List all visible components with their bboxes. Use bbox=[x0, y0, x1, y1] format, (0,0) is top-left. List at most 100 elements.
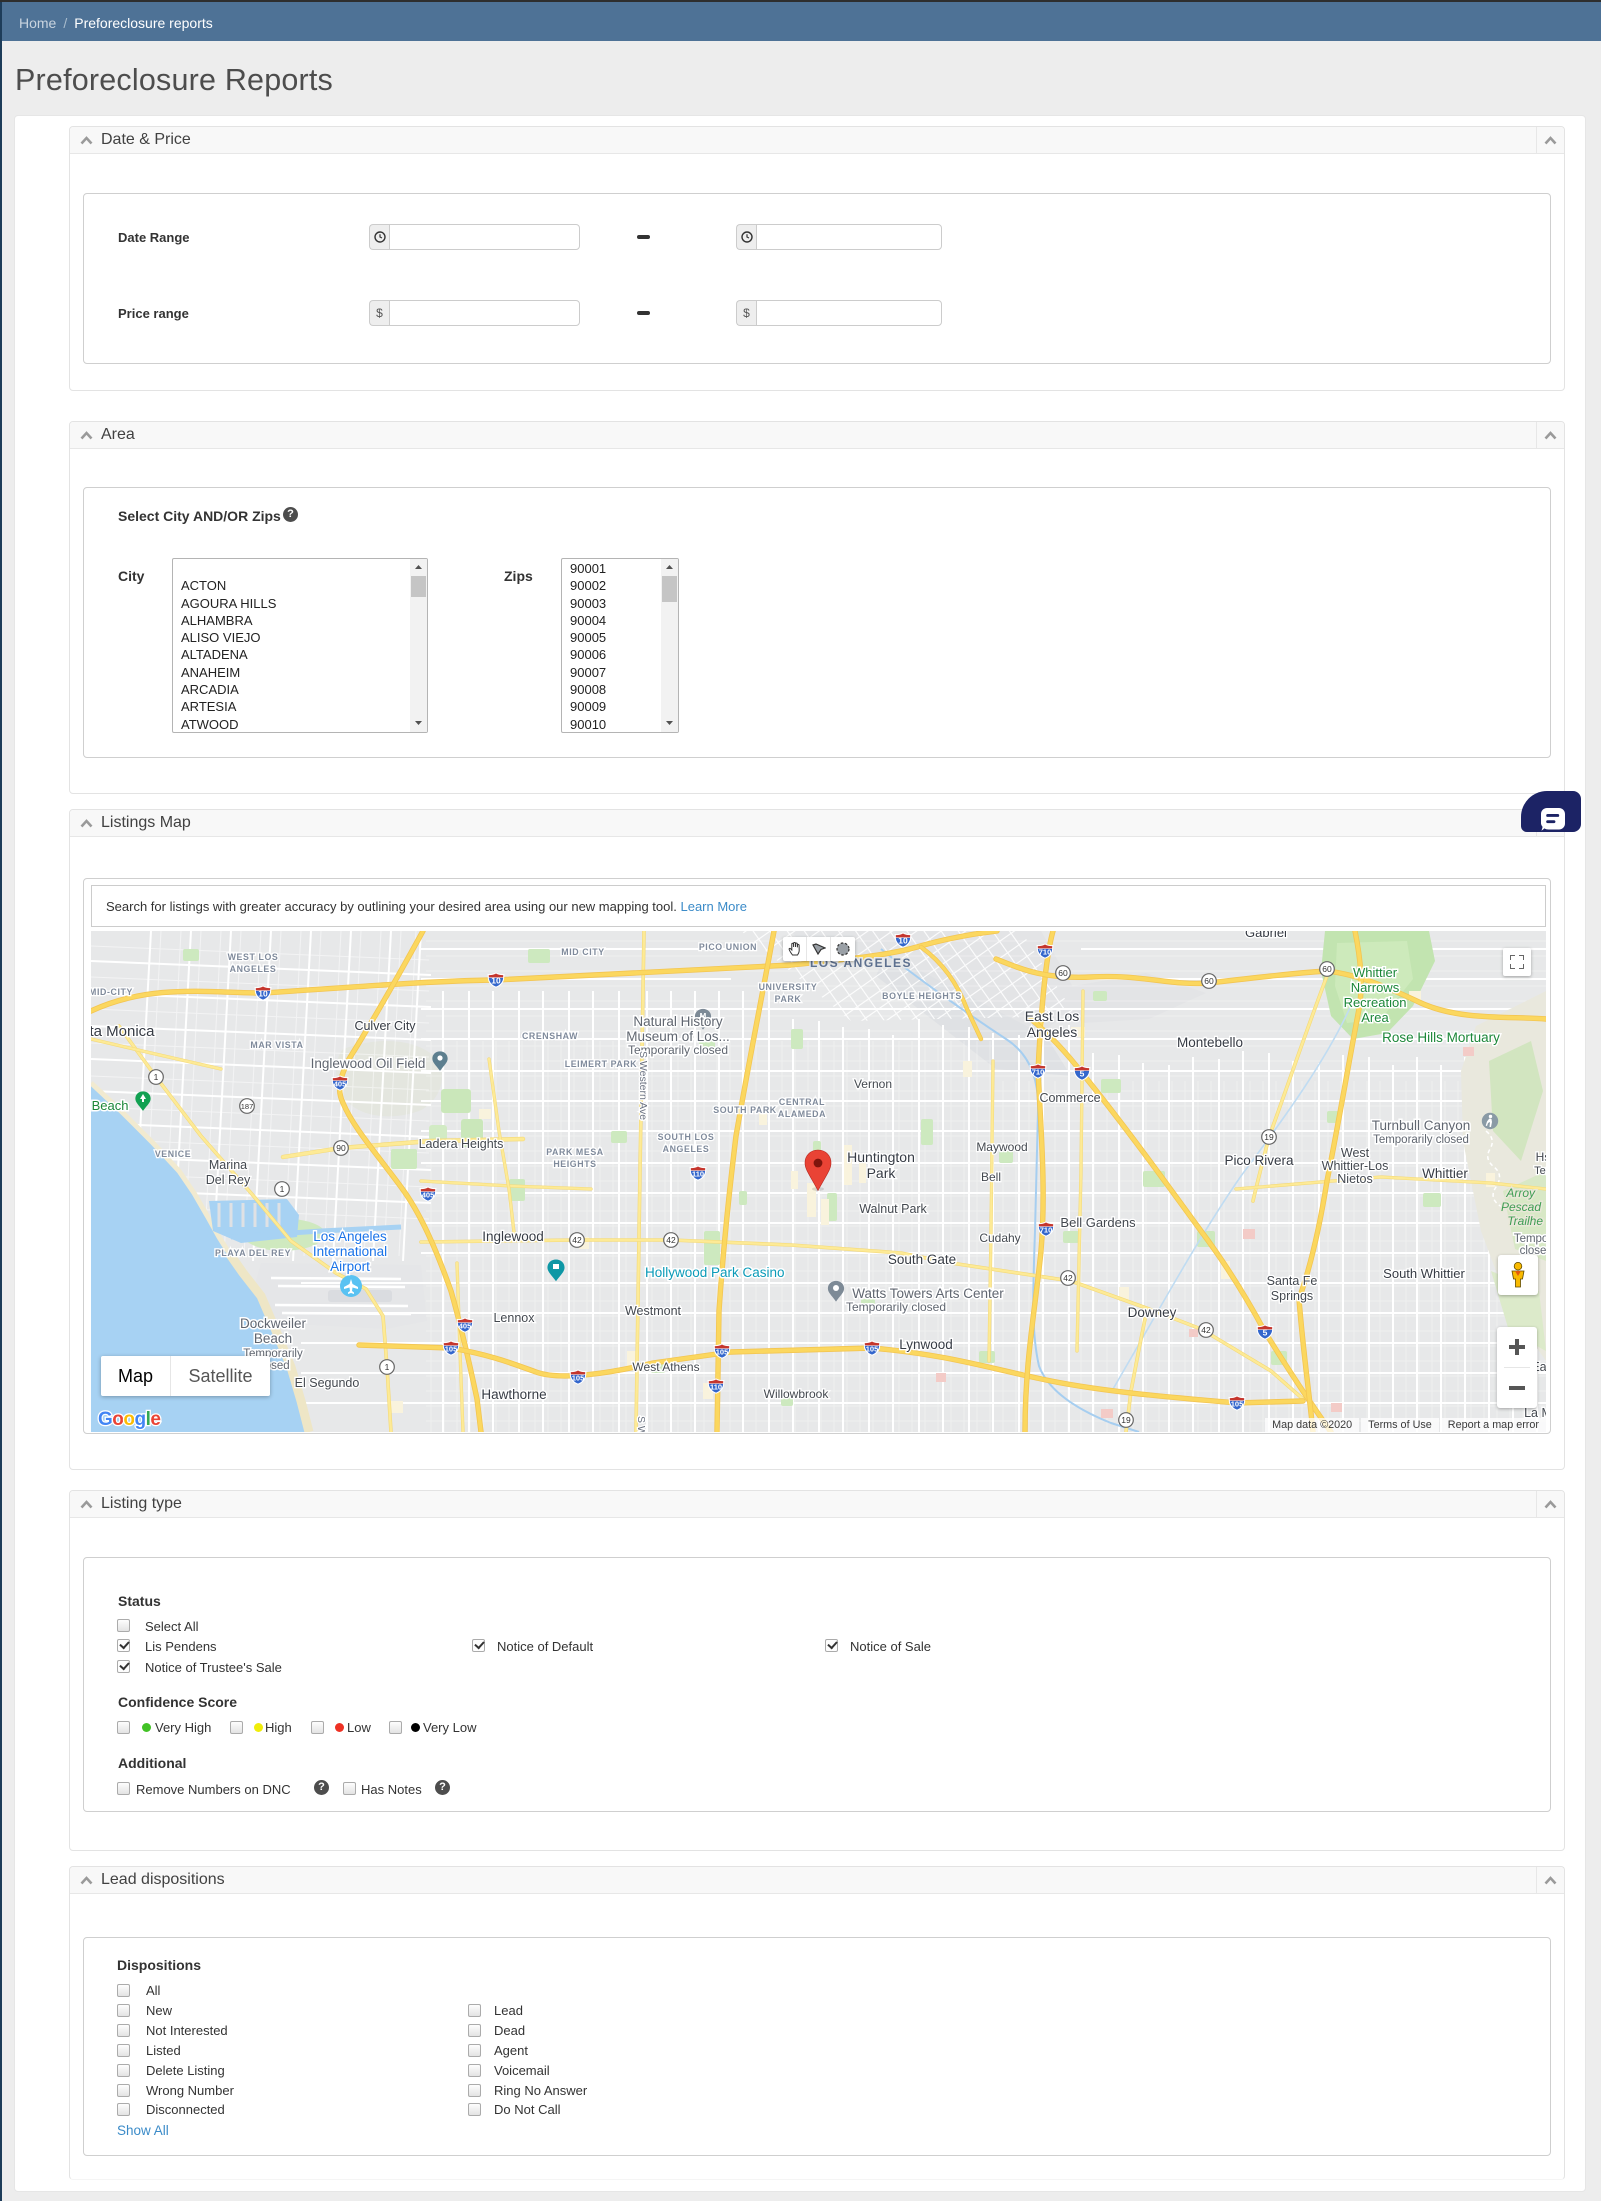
svg-text:Bell: Bell bbox=[981, 1170, 1001, 1184]
svg-text:Bell Gardens: Bell Gardens bbox=[1060, 1215, 1136, 1230]
svg-text:105: 105 bbox=[445, 1345, 458, 1354]
svg-text:MID-CITY: MID-CITY bbox=[91, 987, 133, 997]
svg-text:Huntington: Huntington bbox=[847, 1149, 915, 1165]
svg-text:West Athens: West Athens bbox=[632, 1360, 699, 1374]
svg-text:Whittier: Whittier bbox=[1353, 965, 1398, 980]
svg-text:CENTRAL: CENTRAL bbox=[779, 1097, 825, 1107]
svg-text:Narrows: Narrows bbox=[1351, 980, 1400, 995]
svg-text:Park: Park bbox=[867, 1165, 897, 1181]
svg-text:Museum of Los...: Museum of Los... bbox=[626, 1029, 730, 1044]
svg-text:Walnut Park: Walnut Park bbox=[859, 1202, 927, 1216]
svg-text:90: 90 bbox=[336, 1143, 346, 1153]
svg-text:ANGELES: ANGELES bbox=[663, 1144, 710, 1154]
svg-text:Beach: Beach bbox=[254, 1331, 292, 1346]
svg-text:10: 10 bbox=[898, 936, 908, 946]
svg-text:MID CITY: MID CITY bbox=[561, 947, 604, 957]
svg-text:Pescad: Pescad bbox=[1501, 1200, 1541, 1214]
svg-text:42: 42 bbox=[572, 1235, 582, 1245]
svg-text:405: 405 bbox=[334, 1080, 347, 1089]
svg-text:710: 710 bbox=[1032, 1068, 1045, 1077]
svg-text:187: 187 bbox=[241, 1102, 254, 1111]
svg-text:Nietos: Nietos bbox=[1337, 1172, 1372, 1186]
svg-text:UNIVERSITY: UNIVERSITY bbox=[759, 982, 818, 992]
svg-text:Inglewood: Inglewood bbox=[482, 1229, 544, 1244]
svg-text:105: 105 bbox=[866, 1345, 879, 1354]
svg-text:WEST LOS: WEST LOS bbox=[228, 952, 279, 962]
svg-text:Cudahy: Cudahy bbox=[979, 1231, 1020, 1245]
svg-text:Whittier: Whittier bbox=[1422, 1166, 1468, 1181]
svg-text:Culver City: Culver City bbox=[354, 1019, 416, 1033]
svg-text:42: 42 bbox=[1063, 1273, 1073, 1283]
svg-text:LEIMERT PARK: LEIMERT PARK bbox=[565, 1059, 638, 1069]
svg-text:Temporarily closed: Temporarily closed bbox=[846, 1300, 946, 1314]
svg-text:5: 5 bbox=[1080, 1069, 1085, 1079]
svg-text:405: 405 bbox=[459, 1322, 472, 1331]
svg-text:405: 405 bbox=[422, 1191, 435, 1200]
svg-text:Ladera Heights: Ladera Heights bbox=[419, 1137, 504, 1151]
svg-text:19: 19 bbox=[1121, 1415, 1131, 1425]
svg-text:Turnbull Canyon: Turnbull Canyon bbox=[1372, 1118, 1471, 1133]
svg-text:International: International bbox=[313, 1244, 387, 1259]
svg-text:110: 110 bbox=[692, 1170, 704, 1179]
svg-text:Beach: Beach bbox=[92, 1098, 129, 1113]
svg-text:Montebello: Montebello bbox=[1177, 1035, 1243, 1050]
svg-text:5: 5 bbox=[1263, 1328, 1268, 1338]
svg-text:Lennox: Lennox bbox=[493, 1311, 535, 1325]
svg-text:ALAMEDA: ALAMEDA bbox=[778, 1109, 826, 1119]
svg-text:Pico Rivera: Pico Rivera bbox=[1224, 1153, 1294, 1168]
svg-text:60: 60 bbox=[1322, 964, 1332, 974]
svg-text:1: 1 bbox=[280, 1184, 285, 1194]
svg-text:110: 110 bbox=[710, 1383, 722, 1392]
svg-text:Dockweiler: Dockweiler bbox=[240, 1316, 307, 1331]
svg-text:1: 1 bbox=[385, 1362, 390, 1372]
svg-text:Los Angeles: Los Angeles bbox=[313, 1229, 387, 1244]
svg-text:PARK: PARK bbox=[775, 994, 802, 1004]
svg-text:HEIGHTS: HEIGHTS bbox=[553, 1159, 596, 1169]
svg-text:Area: Area bbox=[1361, 1010, 1389, 1025]
svg-text:Temporarily closed: Temporarily closed bbox=[1373, 1134, 1469, 1146]
svg-text:BOYLE HEIGHTS: BOYLE HEIGHTS bbox=[882, 991, 962, 1001]
svg-text:105: 105 bbox=[572, 1374, 585, 1383]
svg-text:Hs: Hs bbox=[1536, 1150, 1546, 1164]
svg-text:Commerce: Commerce bbox=[1039, 1091, 1100, 1105]
svg-text:PARK MESA: PARK MESA bbox=[546, 1147, 604, 1157]
svg-text:Del Rey: Del Rey bbox=[206, 1173, 251, 1187]
svg-text:710: 710 bbox=[1039, 948, 1052, 957]
svg-text:Maywood: Maywood bbox=[976, 1140, 1027, 1154]
svg-text:Watts Towers Arts Center: Watts Towers Arts Center bbox=[852, 1286, 1004, 1301]
svg-text:Lynwood: Lynwood bbox=[899, 1337, 953, 1352]
svg-text:Rose Hills Mortuary: Rose Hills Mortuary bbox=[1382, 1030, 1500, 1045]
svg-text:Airport: Airport bbox=[330, 1259, 370, 1274]
svg-text:1: 1 bbox=[154, 1072, 159, 1082]
svg-text:SOUTH PARK: SOUTH PARK bbox=[713, 1105, 777, 1115]
svg-text:ta Monica: ta Monica bbox=[91, 1023, 155, 1040]
svg-text:60: 60 bbox=[1204, 976, 1214, 986]
svg-text:Arroy: Arroy bbox=[1505, 1186, 1536, 1200]
svg-text:Hawthorne: Hawthorne bbox=[481, 1387, 546, 1402]
svg-text:Angeles: Angeles bbox=[1027, 1024, 1078, 1040]
svg-text:Hollywood Park Casino: Hollywood Park Casino bbox=[645, 1265, 785, 1280]
svg-text:Willowbrook: Willowbrook bbox=[764, 1387, 830, 1401]
svg-text:Tempor: Tempor bbox=[1514, 1233, 1546, 1245]
svg-text:East Los: East Los bbox=[1025, 1008, 1079, 1024]
svg-text:Downey: Downey bbox=[1128, 1305, 1177, 1320]
svg-text:60: 60 bbox=[1058, 968, 1068, 978]
svg-text:42: 42 bbox=[666, 1235, 676, 1245]
svg-text:Santa Fe: Santa Fe bbox=[1267, 1274, 1318, 1288]
svg-text:SOUTH LOS: SOUTH LOS bbox=[658, 1132, 715, 1142]
svg-text:ANGELES: ANGELES bbox=[230, 964, 277, 974]
svg-text:Marina: Marina bbox=[209, 1158, 247, 1172]
svg-text:Westmont: Westmont bbox=[625, 1304, 682, 1318]
svg-text:Whittier-Los: Whittier-Los bbox=[1322, 1159, 1389, 1173]
svg-text:S W: S W bbox=[635, 1416, 647, 1432]
svg-text:Ten: Ten bbox=[1534, 1165, 1546, 1177]
svg-text:PLAYA DEL REY: PLAYA DEL REY bbox=[215, 1248, 291, 1258]
svg-text:105: 105 bbox=[1231, 1400, 1244, 1409]
svg-text:CRENSHAW: CRENSHAW bbox=[522, 1031, 578, 1041]
svg-text:South Gate: South Gate bbox=[888, 1252, 956, 1267]
svg-text:Trailhe: Trailhe bbox=[1507, 1214, 1543, 1228]
svg-text:42: 42 bbox=[1201, 1325, 1211, 1335]
svg-text:19: 19 bbox=[1264, 1132, 1274, 1142]
svg-text:Vernon: Vernon bbox=[854, 1077, 892, 1091]
svg-text:Recreation: Recreation bbox=[1344, 995, 1407, 1010]
